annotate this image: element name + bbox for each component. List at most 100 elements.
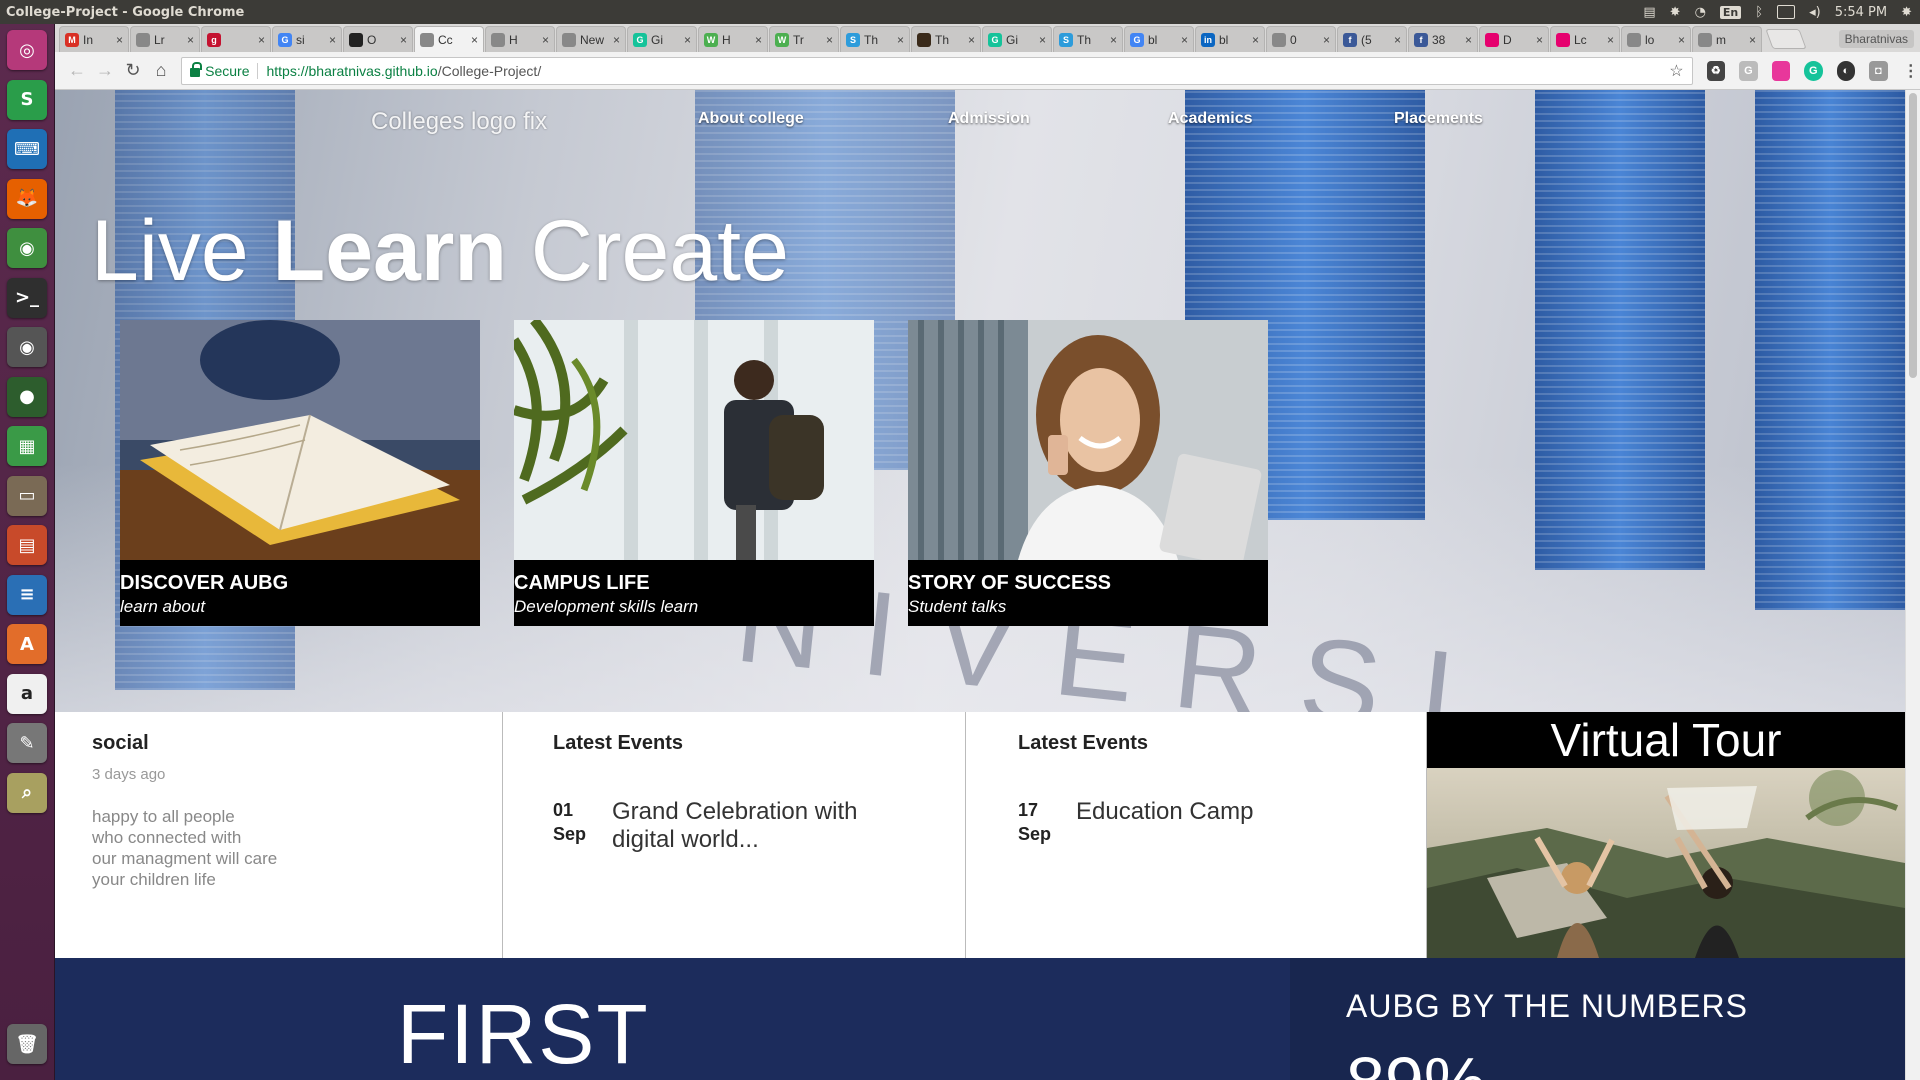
software-center-icon[interactable]: A	[7, 624, 47, 664]
browser-tab[interactable]: M In ×	[59, 26, 129, 52]
ubuntu-dash-icon[interactable]: ◎	[7, 30, 47, 70]
wifi-icon[interactable]: ◔	[1695, 5, 1706, 20]
virtual-tour-panel[interactable]: Virtual Tour	[1427, 712, 1905, 958]
tab-close-icon[interactable]: ×	[1110, 33, 1117, 47]
extension-pink-icon[interactable]	[1771, 60, 1791, 81]
browser-tab[interactable]: New ×	[556, 26, 626, 52]
scrollbar-thumb[interactable]	[1909, 93, 1917, 378]
tab-close-icon[interactable]: ×	[400, 33, 407, 47]
s-app-icon[interactable]: S	[7, 79, 47, 120]
files-icon[interactable]: ▭	[7, 475, 47, 516]
nav-link-about-college[interactable]: About college	[698, 110, 804, 128]
tab-close-icon[interactable]: ×	[1039, 33, 1046, 47]
tab-close-icon[interactable]: ×	[755, 33, 762, 47]
browser-tab[interactable]: G Gi ×	[627, 26, 697, 52]
keyboard-layout-indicator[interactable]: En	[1719, 5, 1742, 19]
chrome-icon[interactable]: ◉	[7, 228, 47, 268]
browser-tab[interactable]: W Tr ×	[769, 26, 839, 52]
card-discover[interactable]: DISCOVER AUBG learn about	[120, 320, 480, 626]
battery-icon[interactable]	[1777, 5, 1796, 19]
extension-dark-icon[interactable]: ◐	[1836, 60, 1856, 81]
tab-close-icon[interactable]: ×	[1181, 33, 1188, 47]
nav-link-placements[interactable]: Placements	[1394, 110, 1483, 128]
power-gear-icon[interactable]: ✸	[1901, 5, 1912, 20]
extension-recycle-icon[interactable]: ♻	[1706, 60, 1726, 81]
amazon-icon[interactable]: a	[7, 673, 47, 714]
event-title-link[interactable]: Grand Celebration with digital world...	[612, 798, 912, 854]
tab-close-icon[interactable]: ×	[1252, 33, 1259, 47]
presentation-icon[interactable]: ▤	[7, 525, 47, 565]
settings-tools-icon[interactable]: ✎	[7, 723, 47, 763]
card-campus-life[interactable]: CAMPUS LIFE Development skills learn	[514, 320, 874, 626]
profile-name[interactable]: Bharatnivas	[1838, 30, 1914, 48]
reload-icon[interactable]: ↻	[121, 58, 145, 84]
browser-tab[interactable]: Lc ×	[1550, 26, 1620, 52]
browser-tab[interactable]: in bl ×	[1195, 26, 1265, 52]
tab-close-icon[interactable]: ×	[258, 33, 265, 47]
browser-tab[interactable]: f (5 ×	[1337, 26, 1407, 52]
tab-close-icon[interactable]: ×	[1607, 33, 1614, 47]
notes-indicator-icon[interactable]: ▤	[1643, 5, 1655, 20]
bluetooth-icon[interactable]: ᛒ	[1755, 5, 1763, 20]
webcam-icon[interactable]: ●	[7, 376, 47, 417]
browser-tab[interactable]: 0 ×	[1266, 26, 1336, 52]
tab-close-icon[interactable]: ×	[897, 33, 904, 47]
address-bar[interactable]: Secure https://bharatnivas.github.io/Col…	[181, 56, 1693, 85]
browser-tab[interactable]: f 38 ×	[1408, 26, 1478, 52]
browser-tab[interactable]: S Th ×	[1053, 26, 1123, 52]
tab-close-icon[interactable]: ×	[826, 33, 833, 47]
terminal-icon[interactable]: >_	[7, 277, 47, 318]
tab-close-icon[interactable]: ×	[1394, 33, 1401, 47]
home-icon[interactable]: ⌂	[149, 58, 173, 84]
event-title-link[interactable]: Education Camp	[1076, 798, 1376, 826]
browser-tab[interactable]: Th ×	[911, 26, 981, 52]
grammarly-icon[interactable]: G	[1804, 60, 1823, 81]
card-story-of-success[interactable]: STORY OF SUCCESS Student talks	[908, 320, 1268, 626]
writer-icon[interactable]: ≡	[7, 574, 47, 615]
browser-tab[interactable]: lo ×	[1621, 26, 1691, 52]
browser-tab[interactable]: S Th ×	[840, 26, 910, 52]
volume-icon[interactable]: ◂)	[1809, 5, 1821, 20]
spreadsheet-icon[interactable]: ▦	[7, 426, 47, 466]
forward-arrow-icon[interactable]: →	[93, 58, 117, 84]
tab-close-icon[interactable]: ×	[1323, 33, 1330, 47]
site-logo[interactable]: Colleges logo fix	[371, 108, 547, 136]
gear-indicator-icon[interactable]: ✸	[1670, 5, 1681, 20]
browser-tab-active[interactable]: Cc ×	[414, 26, 484, 52]
tab-close-icon[interactable]: ×	[613, 33, 620, 47]
browser-tab[interactable]: G Gi ×	[982, 26, 1052, 52]
browser-tab[interactable]: H ×	[485, 26, 555, 52]
tab-close-icon[interactable]: ×	[1749, 33, 1756, 47]
eye-app-icon[interactable]: ◉	[7, 327, 47, 367]
page-scrollbar[interactable]	[1905, 90, 1920, 1080]
tab-close-icon[interactable]: ×	[968, 33, 975, 47]
browser-tab[interactable]: Lr ×	[130, 26, 200, 52]
browser-tab[interactable]: Gsi ×	[272, 26, 342, 52]
new-tab-button[interactable]	[1765, 29, 1807, 49]
firefox-icon[interactable]: 🦊	[7, 178, 47, 219]
camera-extension-icon[interactable]: ◘	[1869, 60, 1888, 81]
extension-g-icon[interactable]: G	[1739, 60, 1758, 81]
search-app-icon[interactable]: ⌕	[7, 772, 47, 813]
browser-tab[interactable]: D ×	[1479, 26, 1549, 52]
bookmark-star-icon[interactable]: ☆	[1669, 61, 1683, 81]
tab-close-icon[interactable]: ×	[684, 33, 691, 47]
nav-link-academics[interactable]: Academics	[1168, 110, 1253, 128]
trash-icon[interactable]: 🗑	[7, 1024, 47, 1064]
tab-close-icon[interactable]: ×	[542, 33, 549, 47]
browser-tab[interactable]: O ×	[343, 26, 413, 52]
chrome-menu-icon[interactable]: ⋮	[1902, 61, 1920, 81]
tab-close-icon[interactable]: ×	[187, 33, 194, 47]
browser-tab[interactable]: m ×	[1692, 26, 1762, 52]
tab-close-icon[interactable]: ×	[116, 33, 123, 47]
browser-tab[interactable]: W H ×	[698, 26, 768, 52]
secure-indicator[interactable]: Secure	[190, 61, 249, 79]
clock[interactable]: 5:54 PM	[1835, 5, 1887, 20]
back-arrow-icon[interactable]: ←	[65, 58, 89, 84]
browser-tab[interactable]: g ×	[201, 26, 271, 52]
browser-tab[interactable]: Gbl ×	[1124, 26, 1194, 52]
tab-close-icon[interactable]: ×	[1465, 33, 1472, 47]
tab-close-icon[interactable]: ×	[329, 33, 336, 47]
tab-close-icon[interactable]: ×	[1678, 33, 1685, 47]
nav-link-admission[interactable]: Admission	[948, 110, 1030, 128]
